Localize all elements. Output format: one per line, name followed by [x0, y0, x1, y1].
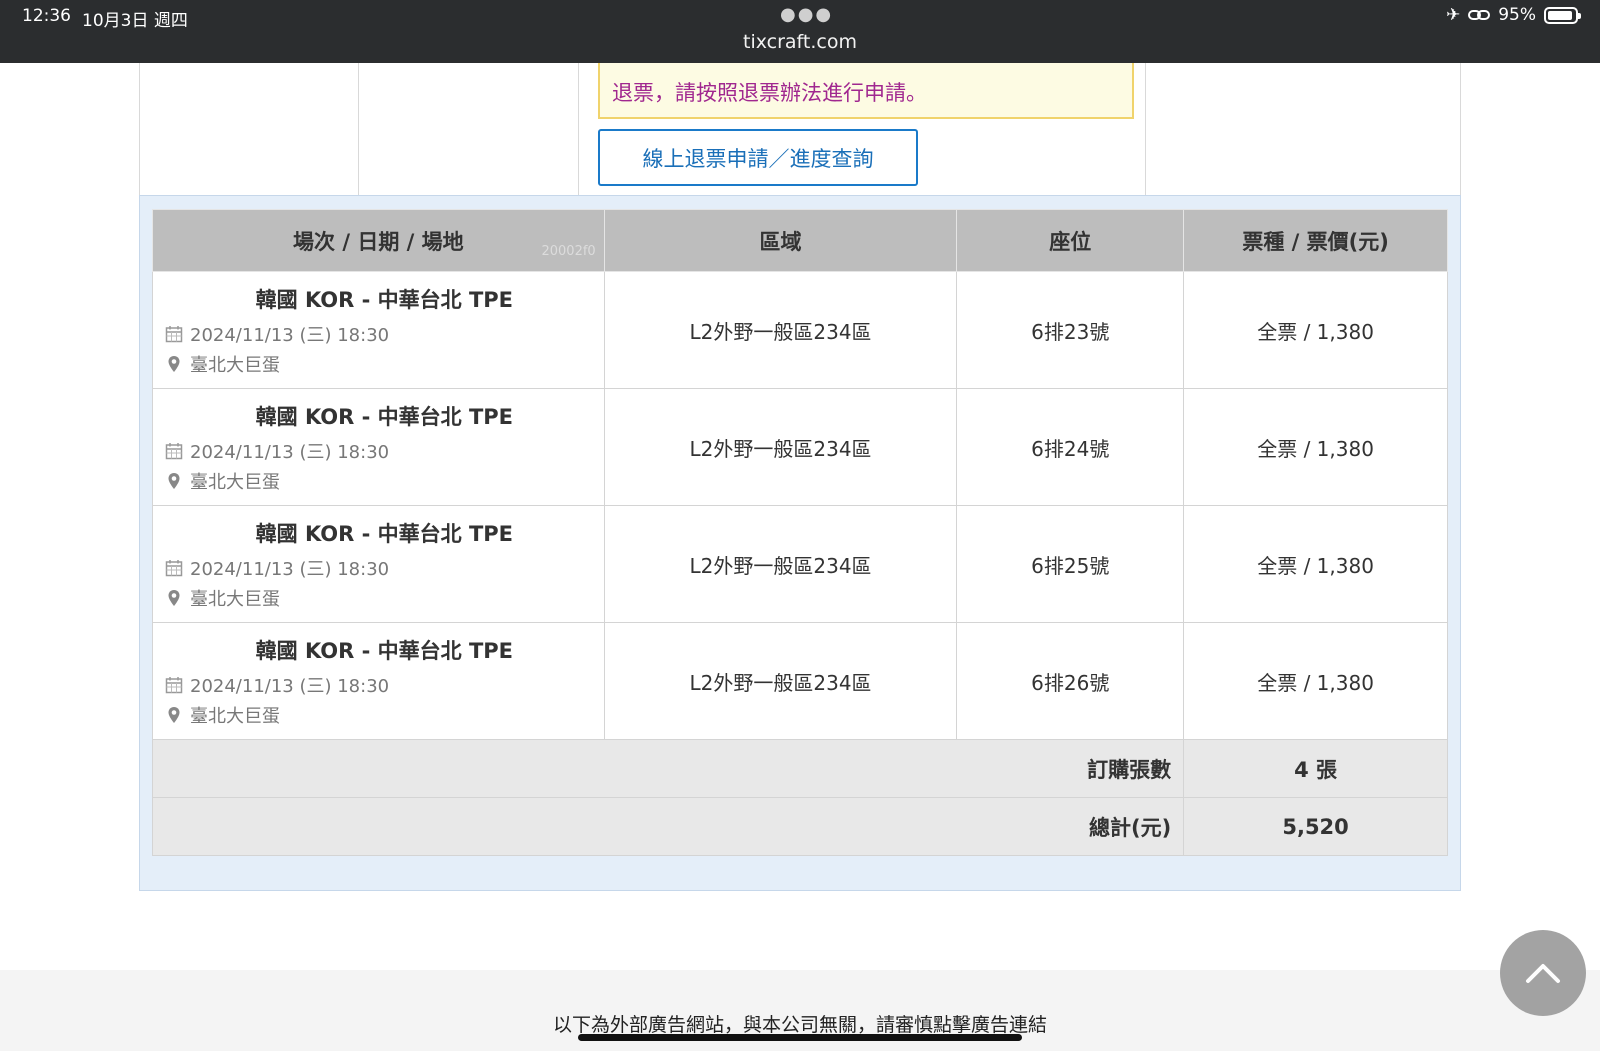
table-row: 韓國 KOR - 中華台北 TPE 2024/11/13 (三) 18:30 臺…	[152, 388, 1448, 506]
calendar-icon	[165, 676, 183, 694]
ad-disclaimer: 以下為外部廣告網站，與本公司無關，請審慎點擊廣告連結	[552, 1014, 1047, 1036]
ticket-cell: 全票 / 1,380	[1183, 388, 1448, 506]
event-datetime: 2024/11/13 (三) 18:30	[190, 324, 390, 346]
map-marker-icon	[165, 472, 183, 490]
calendar-icon	[165, 559, 183, 577]
link-icon	[1468, 10, 1491, 20]
refund-section: 退票，請按照退票辦法進行申請。 線上退票申請／進度查詢	[139, 63, 1461, 195]
map-marker-icon	[165, 589, 183, 607]
seat-cell: 6排26號	[956, 622, 1185, 740]
status-indicators: ✈ 95%	[1445, 5, 1581, 25]
event-cell: 韓國 KOR - 中華台北 TPE 2024/11/13 (三) 18:30 臺…	[152, 271, 605, 389]
event-venue: 臺北大巨蛋	[190, 588, 280, 610]
chevron-up-icon	[1526, 964, 1560, 983]
event-venue: 臺北大巨蛋	[190, 354, 280, 376]
status-bar: 12:36 10月3日 週四 ●●● tixcraft.com ✈ 95%	[0, 0, 1600, 63]
header-seat: 座位	[956, 209, 1185, 272]
event-name: 韓國 KOR - 中華台北 TPE	[255, 521, 514, 546]
table-header-row: 場次 / 日期 / 場地 20002f0 區域 座位 票種 / 票價(元)	[152, 209, 1448, 272]
map-marker-icon	[165, 706, 183, 724]
seat-cell: 6排25號	[956, 505, 1185, 623]
online-refund-button[interactable]: 線上退票申請／進度查詢	[598, 129, 918, 186]
ticket-cell: 全票 / 1,380	[1183, 505, 1448, 623]
refund-notice: 退票，請按照退票辦法進行申請。	[598, 63, 1134, 119]
battery-icon	[1544, 6, 1581, 24]
seat-cell: 6排23號	[956, 271, 1185, 389]
calendar-icon	[165, 325, 183, 343]
header-code: 20002f0	[541, 244, 596, 259]
total-label: 總計(元)	[151, 797, 1185, 856]
total-value: 5,520	[1183, 797, 1448, 856]
order-panel: 場次 / 日期 / 場地 20002f0 區域 座位 票種 / 票價(元) 韓國 …	[139, 195, 1461, 891]
event-name: 韓國 KOR - 中華台北 TPE	[255, 287, 514, 312]
seat-cell: 6排24號	[956, 388, 1185, 506]
area-cell: L2外野一般區234區	[603, 622, 958, 740]
address-bar-url[interactable]: tixcraft.com	[0, 31, 1600, 53]
event-datetime: 2024/11/13 (三) 18:30	[190, 441, 390, 463]
ticket-cell: 全票 / 1,380	[1183, 271, 1448, 389]
refund-notice-text: 退票，請按照退票辦法進行申請。	[612, 81, 927, 105]
airplane-mode-icon: ✈	[1445, 5, 1461, 25]
table-row: 韓國 KOR - 中華台北 TPE 2024/11/13 (三) 18:30 臺…	[152, 622, 1448, 740]
header-area: 區域	[603, 209, 958, 272]
header-event: 場次 / 日期 / 場地 20002f0	[152, 209, 605, 272]
column-divider	[578, 63, 579, 195]
area-cell: L2外野一般區234區	[603, 505, 958, 623]
area-cell: L2外野一般區234區	[603, 388, 958, 506]
battery-percent: 95%	[1498, 5, 1536, 25]
status-date: 10月3日 週四	[82, 11, 188, 31]
event-cell: 韓國 KOR - 中華台北 TPE 2024/11/13 (三) 18:30 臺…	[152, 505, 605, 623]
status-time: 12:36	[22, 6, 71, 26]
event-name: 韓國 KOR - 中華台北 TPE	[255, 404, 514, 429]
table-row: 韓國 KOR - 中華台北 TPE 2024/11/13 (三) 18:30 臺…	[152, 505, 1448, 623]
more-options-icon[interactable]: ●●●	[780, 4, 833, 25]
column-divider	[1145, 63, 1146, 195]
area-cell: L2外野一般區234區	[603, 271, 958, 389]
home-indicator[interactable]	[578, 1034, 1022, 1041]
ticket-count-value: 4 張	[1183, 739, 1448, 798]
ticket-count-label: 訂購張數	[151, 739, 1185, 798]
event-cell: 韓國 KOR - 中華台北 TPE 2024/11/13 (三) 18:30 臺…	[152, 622, 605, 740]
total-row: 總計(元) 5,520	[151, 797, 1448, 856]
event-venue: 臺北大巨蛋	[190, 471, 280, 493]
event-cell: 韓國 KOR - 中華台北 TPE 2024/11/13 (三) 18:30 臺…	[152, 388, 605, 506]
header-ticket: 票種 / 票價(元)	[1183, 209, 1448, 272]
scroll-to-top-button[interactable]	[1500, 930, 1586, 1016]
column-divider	[358, 63, 359, 195]
event-datetime: 2024/11/13 (三) 18:30	[190, 558, 390, 580]
event-datetime: 2024/11/13 (三) 18:30	[190, 675, 390, 697]
calendar-icon	[165, 442, 183, 460]
event-name: 韓國 KOR - 中華台北 TPE	[255, 638, 514, 663]
ticket-cell: 全票 / 1,380	[1183, 622, 1448, 740]
event-venue: 臺北大巨蛋	[190, 705, 280, 727]
table-row: 韓國 KOR - 中華台北 TPE 2024/11/13 (三) 18:30 臺…	[152, 271, 1448, 389]
order-table: 場次 / 日期 / 場地 20002f0 區域 座位 票種 / 票價(元) 韓國 …	[151, 209, 1448, 856]
map-marker-icon	[165, 355, 183, 373]
ticket-count-row: 訂購張數 4 張	[151, 739, 1448, 798]
